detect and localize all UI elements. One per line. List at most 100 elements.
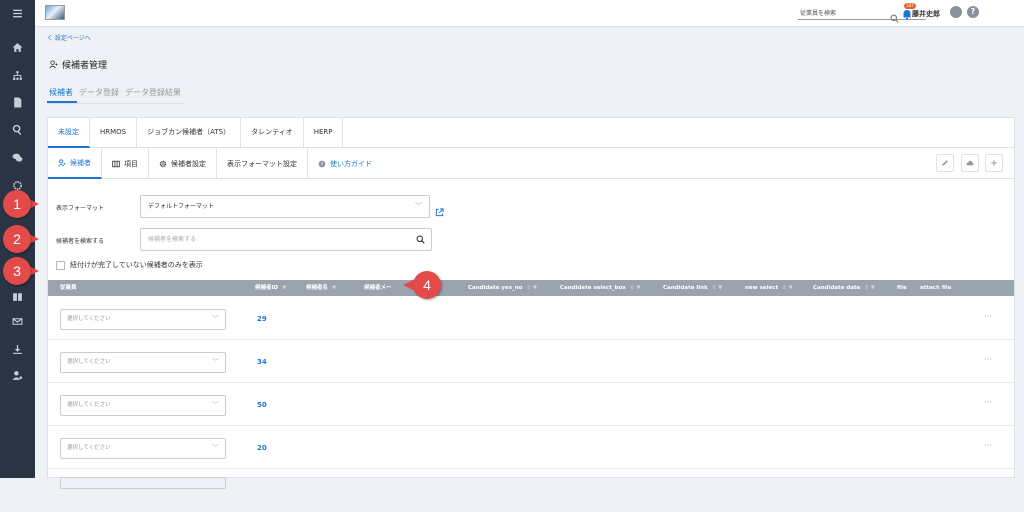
cloud-upload-icon bbox=[966, 160, 974, 166]
unlinked-only-checkbox[interactable] bbox=[56, 260, 65, 270]
column-candidate-link[interactable]: Candidate link ⇕ ▼ bbox=[663, 280, 722, 296]
chevron-down-icon: ﹀ bbox=[212, 401, 219, 409]
subtab-candidate-settings-label: 候補者設定 bbox=[171, 160, 206, 168]
subtab-items[interactable]: 項目 bbox=[102, 149, 149, 179]
tab-candidates[interactable]: 候補者 bbox=[47, 87, 77, 103]
subtab-candidates-label: 候補者 bbox=[70, 159, 91, 167]
subtab-items-label: 項目 bbox=[124, 160, 138, 168]
download-icon[interactable] bbox=[0, 339, 35, 359]
chat-icon[interactable] bbox=[0, 147, 35, 167]
chevron-down-icon: ﹀ bbox=[415, 202, 422, 210]
user-icon bbox=[58, 159, 66, 167]
back-to-settings-link[interactable]: く 設定ページへ bbox=[47, 33, 91, 42]
subtab-display-format-settings[interactable]: 表示フォーマット設定 bbox=[217, 149, 308, 179]
usage-guide-link[interactable]: ? 使い方ガイド bbox=[308, 149, 382, 179]
tab-talentio[interactable]: タレンティオ bbox=[241, 118, 304, 148]
employee-select[interactable]: 選択してください ﹀ bbox=[60, 395, 226, 416]
callout-marker: 4 bbox=[403, 271, 447, 299]
format-select-value: デフォルトフォーマット bbox=[148, 203, 215, 210]
add-button[interactable] bbox=[985, 154, 1003, 172]
format-select[interactable]: デフォルトフォーマット ﹀ bbox=[140, 195, 430, 218]
org-chart-icon[interactable] bbox=[0, 65, 35, 85]
table-row: 選択してください ﹀ 20 ··· bbox=[48, 426, 1014, 469]
upload-button[interactable] bbox=[961, 154, 979, 172]
external-link-icon[interactable] bbox=[435, 202, 444, 221]
edit-button[interactable] bbox=[936, 154, 954, 172]
column-candidate-email[interactable]: 候補者メー bbox=[364, 280, 392, 296]
avatar[interactable] bbox=[950, 6, 962, 18]
tab-data-registration[interactable]: データ登録 bbox=[77, 87, 123, 103]
more-options-icon[interactable]: ··· bbox=[984, 441, 992, 450]
unlinked-only-filter[interactable]: 紐付けが完了していない候補者のみを表示 bbox=[56, 260, 203, 270]
table-row: 選択してください ﹀ 29 ··· bbox=[48, 297, 1014, 340]
callout-marker: 3 bbox=[3, 257, 39, 285]
chevron-down-icon: ﹀ bbox=[212, 315, 219, 323]
chevron-down-icon: ﹀ bbox=[212, 358, 219, 366]
column-candidate-yes-no[interactable]: Candidate yes_no ⇕ ▼ bbox=[468, 280, 537, 296]
usage-guide-label: 使い方ガイド bbox=[330, 160, 372, 168]
tab-data-registration-results[interactable]: データ登録結果 bbox=[123, 87, 185, 103]
svg-text:?: ? bbox=[321, 162, 324, 168]
sub-tabs: 候補者 項目 候補者設定 表示フォーマット設定 ? 使い方ガイド bbox=[48, 149, 1014, 179]
candidate-search-input[interactable]: 候補者を検索する bbox=[140, 228, 432, 251]
employee-select[interactable] bbox=[60, 477, 226, 489]
more-options-icon[interactable]: ··· bbox=[984, 355, 992, 364]
column-new-select[interactable]: new select ⇕ ▼ bbox=[745, 280, 793, 296]
column-employee[interactable]: 従業員 bbox=[60, 280, 77, 296]
column-candidate-date[interactable]: Candidate date ⇕ ▼ bbox=[813, 280, 875, 296]
search-icon[interactable] bbox=[0, 119, 35, 139]
unlinked-only-label: 紐付けが完了していない候補者のみを表示 bbox=[70, 261, 203, 269]
company-logo[interactable] bbox=[45, 5, 65, 20]
more-options-icon[interactable]: ··· bbox=[984, 398, 992, 407]
more-options-icon[interactable]: ··· bbox=[984, 312, 992, 321]
employee-select[interactable]: 選択してください ﹀ bbox=[60, 438, 226, 459]
table-row: 選択してください ﹀ 50 ··· bbox=[48, 383, 1014, 426]
top-tabs: 候補者 データ登録 データ登録結果 bbox=[47, 87, 185, 104]
employee-select[interactable]: 選択してください ﹀ bbox=[60, 309, 226, 330]
page-title: 候補者管理 bbox=[49, 58, 107, 71]
candidate-id-link[interactable]: 34 bbox=[257, 358, 267, 366]
callout-marker: 1 bbox=[3, 190, 39, 218]
column-candidate-name[interactable]: 候補者名 ▼ bbox=[306, 280, 336, 296]
table-row bbox=[48, 469, 1014, 512]
column-candidate-id[interactable]: 候補者ID ▼ bbox=[255, 280, 286, 296]
column-file[interactable]: file bbox=[897, 280, 907, 296]
tab-jobcan-ats[interactable]: ジョブカン候補者（ATS） bbox=[137, 118, 242, 148]
candidate-search-placeholder: 候補者を検索する bbox=[148, 236, 197, 243]
chevron-down-icon: ﹀ bbox=[212, 444, 219, 452]
source-tabs: 未設定 HRMOS ジョブカン候補者（ATS） タレンティオ HERP bbox=[48, 118, 1014, 148]
subtab-candidate-settings[interactable]: 候補者設定 bbox=[149, 149, 217, 179]
help-icon[interactable]: ? bbox=[967, 6, 979, 18]
employee-select[interactable]: 選択してください ﹀ bbox=[60, 352, 226, 373]
document-icon[interactable] bbox=[0, 92, 35, 112]
candidate-id-link[interactable]: 29 bbox=[257, 315, 267, 323]
pencil-icon bbox=[942, 160, 948, 166]
home-icon[interactable] bbox=[0, 37, 35, 57]
tab-herp[interactable]: HERP bbox=[304, 118, 344, 148]
search-icon[interactable] bbox=[416, 235, 425, 244]
format-label: 表示フォーマット bbox=[56, 205, 105, 212]
search-label: 候補者を検索する bbox=[56, 238, 105, 245]
mail-icon[interactable] bbox=[0, 311, 35, 331]
candidate-id-link[interactable]: 50 bbox=[257, 401, 267, 409]
search-icon[interactable] bbox=[890, 8, 899, 27]
user-icon bbox=[49, 60, 58, 69]
tab-hrmos[interactable]: HRMOS bbox=[90, 118, 138, 148]
plus-icon bbox=[991, 160, 997, 166]
callout-marker: 2 bbox=[3, 225, 39, 253]
candidate-id-link[interactable]: 20 bbox=[257, 444, 267, 452]
book-icon[interactable] bbox=[0, 286, 35, 306]
page-title-text: 候補者管理 bbox=[62, 61, 108, 71]
column-candidate-select-box[interactable]: Candidate select_box ⇕ ▼ bbox=[560, 280, 641, 296]
table-header: 従業員 候補者ID ▼ 候補者名 ▼ 候補者メー Candidate yes_no ⇕… bbox=[48, 280, 1014, 296]
subtab-display-format-label: 表示フォーマット設定 bbox=[227, 160, 297, 168]
table-row: 選択してください ﹀ 34 ··· bbox=[48, 340, 1014, 383]
question-circle-icon: ? bbox=[318, 160, 326, 168]
tab-unset[interactable]: 未設定 bbox=[48, 118, 90, 148]
column-attach-file[interactable]: attach file bbox=[920, 280, 951, 296]
menu-icon[interactable] bbox=[0, 3, 35, 23]
user-settings-icon[interactable] bbox=[0, 365, 35, 385]
username[interactable]: 藤井史郎 bbox=[912, 9, 940, 19]
subtab-candidates[interactable]: 候補者 bbox=[48, 149, 102, 179]
main-panel: 未設定 HRMOS ジョブカン候補者（ATS） タレンティオ HERP 候補者 … bbox=[47, 117, 1015, 489]
